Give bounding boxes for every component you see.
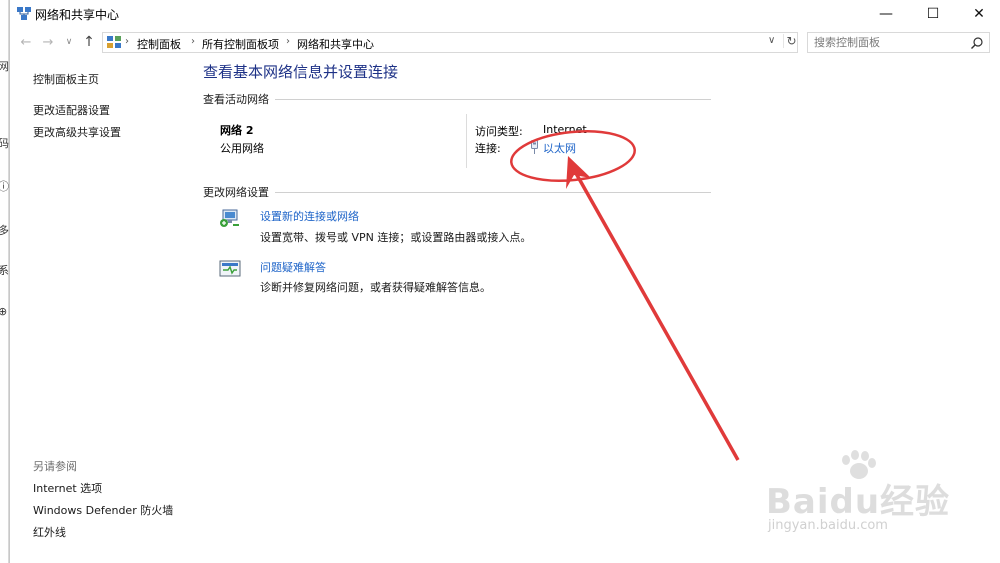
back-button[interactable]: ← — [17, 33, 35, 51]
background-glyph: 网 — [0, 60, 9, 73]
background-glyph: 码 — [0, 137, 9, 150]
breadcrumb-control-panel[interactable]: 控制面板 — [137, 36, 181, 52]
access-type-label: 访问类型: — [475, 125, 523, 138]
access-type-value: Internet — [543, 123, 587, 136]
ethernet-connection-link[interactable]: 以太网 — [543, 140, 576, 156]
address-dropdown-icon[interactable]: ∨ — [768, 35, 775, 46]
connections-label: 连接: — [475, 142, 501, 155]
search-box[interactable] — [807, 32, 990, 53]
active-networks-heading: 查看活动网络 — [203, 91, 711, 107]
setup-connection-link[interactable]: 设置新的连接或网络 — [260, 208, 359, 224]
recent-locations-button[interactable]: ∨ — [60, 33, 78, 51]
sidebar-link-advanced-sharing[interactable]: 更改高级共享设置 — [33, 124, 121, 140]
forward-arrow-icon: → — [42, 34, 54, 50]
network-category[interactable]: 公用网络 — [220, 140, 264, 156]
network-setup-icon — [220, 209, 239, 227]
troubleshoot-description: 诊断并修复网络问题，或者获得疑难解答信息。 — [260, 281, 491, 294]
breadcrumb-network-center[interactable]: 网络和共享中心 — [297, 36, 374, 52]
network-center-icon — [17, 7, 31, 20]
background-window-edge: 网 码 ⓘ 多 系 ⊕ — [0, 0, 9, 563]
breadcrumb-separator-icon: › — [191, 36, 195, 47]
forward-button[interactable]: → — [39, 33, 57, 51]
search-icon[interactable] — [970, 36, 984, 50]
minimize-button[interactable]: — — [863, 0, 909, 28]
page-title: 查看基本网络信息并设置连接 — [203, 63, 399, 81]
troubleshoot-icon — [219, 260, 241, 277]
setup-connection-description: 设置宽带、拨号或 VPN 连接；或设置路由器或接入点。 — [260, 231, 532, 244]
chevron-down-icon: ∨ — [65, 37, 73, 47]
sidebar-home-link[interactable]: 控制面板主页 — [33, 71, 99, 87]
see-also-firewall[interactable]: Windows Defender 防火墙 — [33, 502, 173, 518]
back-arrow-icon: ← — [20, 34, 32, 50]
watermark-brand: Baidu经验 — [766, 482, 951, 522]
see-also-heading: 另请参阅 — [33, 460, 77, 473]
change-settings-heading-text: 更改网络设置 — [203, 186, 269, 199]
active-networks-heading-text: 查看活动网络 — [203, 93, 269, 106]
close-button[interactable]: ✕ — [956, 0, 1000, 28]
background-glyph: ⊕ — [0, 305, 8, 318]
control-panel-icon — [107, 36, 121, 48]
maximize-icon: ☐ — [926, 6, 940, 22]
background-glyph: 系 — [0, 264, 9, 277]
close-icon: ✕ — [973, 6, 985, 22]
section-divider — [275, 191, 711, 193]
up-button[interactable]: ↑ — [80, 33, 98, 51]
change-settings-heading: 更改网络设置 — [203, 184, 711, 200]
window-title: 网络和共享中心 — [35, 8, 120, 22]
title-bar[interactable]: 网络和共享中心 — ☐ ✕ — [10, 0, 1000, 28]
address-row: ← → ∨ ↑ › 控制面板 › 所有控制面板项 › 网络和共享中心 ∨ ↻ — [10, 29, 1000, 55]
search-input[interactable] — [814, 35, 964, 50]
sidebar: 控制面板主页 更改适配器设置 更改高级共享设置 另请参阅 Internet 选项… — [10, 56, 190, 563]
address-bar[interactable]: › 控制面板 › 所有控制面板项 › 网络和共享中心 ∨ ↻ — [102, 32, 798, 53]
section-divider — [275, 98, 711, 100]
breadcrumb-separator-icon: › — [125, 36, 129, 47]
maximize-button[interactable]: ☐ — [910, 0, 956, 28]
refresh-icon[interactable]: ↻ — [783, 34, 799, 48]
sidebar-link-adapter-settings[interactable]: 更改适配器设置 — [33, 102, 110, 118]
watermark-url: jingyan.baidu.com — [768, 518, 888, 533]
minimize-icon: — — [879, 6, 893, 22]
breadcrumb-all-items[interactable]: 所有控制面板项 — [202, 36, 279, 52]
baidu-watermark: Baidu经验 jingyan.baidu.com — [760, 450, 990, 550]
see-also-infrared[interactable]: 红外线 — [33, 524, 66, 540]
background-glyph: 多 — [0, 224, 9, 237]
up-arrow-icon: ↑ — [83, 34, 95, 50]
ethernet-icon — [531, 140, 538, 154]
background-glyph: ⓘ — [0, 180, 9, 193]
troubleshoot-link[interactable]: 问题疑难解答 — [260, 259, 326, 275]
see-also-internet-options[interactable]: Internet 选项 — [33, 480, 102, 496]
breadcrumb-separator-icon: › — [286, 36, 290, 47]
network-name: 网络 2 — [220, 124, 254, 137]
network-info-divider — [466, 114, 467, 168]
